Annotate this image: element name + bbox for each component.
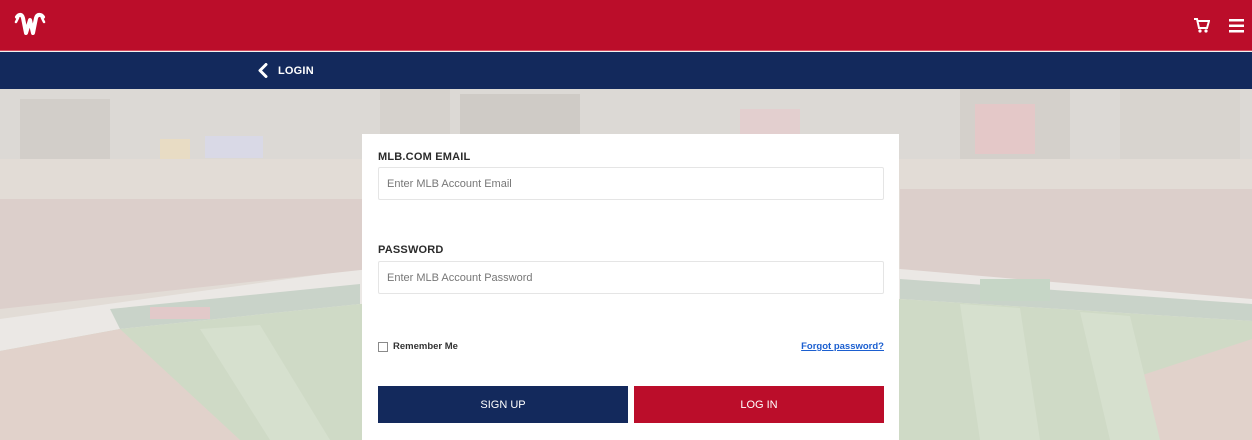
remember-me-toggle[interactable]: Remember Me — [378, 341, 458, 352]
chevron-left-icon — [258, 63, 268, 78]
login-form-card: MLB.COM EMAIL PASSWORD Remember Me Forgo… — [362, 134, 899, 440]
log-in-button[interactable]: LOG IN — [634, 386, 884, 423]
email-label: MLB.COM EMAIL — [378, 151, 471, 163]
remember-me-checkbox[interactable] — [378, 341, 388, 352]
back-to-login-button[interactable]: LOGIN — [257, 52, 314, 89]
top-header — [0, 0, 1252, 51]
email-field[interactable] — [378, 167, 884, 200]
password-label: PASSWORD — [378, 244, 444, 256]
hamburger-menu-icon[interactable] — [1229, 19, 1244, 33]
remember-me-label: Remember Me — [393, 341, 458, 352]
forgot-password-link[interactable]: Forgot password? — [801, 341, 884, 352]
cart-icon[interactable] — [1194, 18, 1210, 33]
sign-up-button[interactable]: SIGN UP — [378, 386, 628, 423]
password-field[interactable] — [378, 261, 884, 294]
nationals-logo-icon[interactable] — [13, 9, 47, 43]
back-label: LOGIN — [278, 64, 314, 77]
sub-header: LOGIN — [0, 52, 1252, 89]
